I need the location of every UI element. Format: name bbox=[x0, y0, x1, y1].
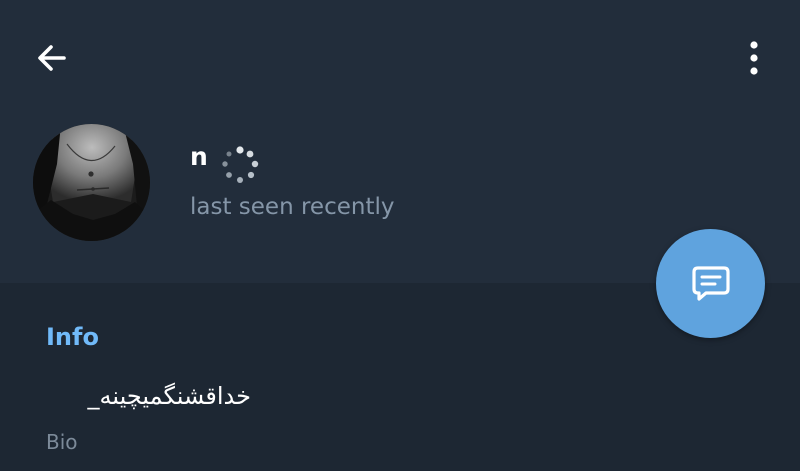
user-name: n bbox=[190, 142, 208, 171]
arrow-left-icon bbox=[38, 45, 66, 71]
profile-photo bbox=[33, 124, 150, 241]
user-status: last seen recently bbox=[190, 194, 395, 220]
loading-spinner-icon bbox=[222, 146, 259, 183]
message-button[interactable] bbox=[656, 229, 765, 338]
bio-value[interactable]: خداقشنگمیچینه_ bbox=[46, 380, 251, 412]
avatar[interactable] bbox=[33, 124, 150, 241]
more-vertical-icon bbox=[750, 41, 758, 75]
profile-screen: n last seen recently Info خداقشنگمیچینه_… bbox=[0, 0, 800, 471]
info-section-title: Info bbox=[46, 323, 99, 351]
bio-label: Bio bbox=[46, 430, 78, 454]
more-options-button[interactable] bbox=[730, 34, 778, 82]
message-icon bbox=[691, 265, 730, 301]
back-button[interactable] bbox=[28, 34, 76, 82]
